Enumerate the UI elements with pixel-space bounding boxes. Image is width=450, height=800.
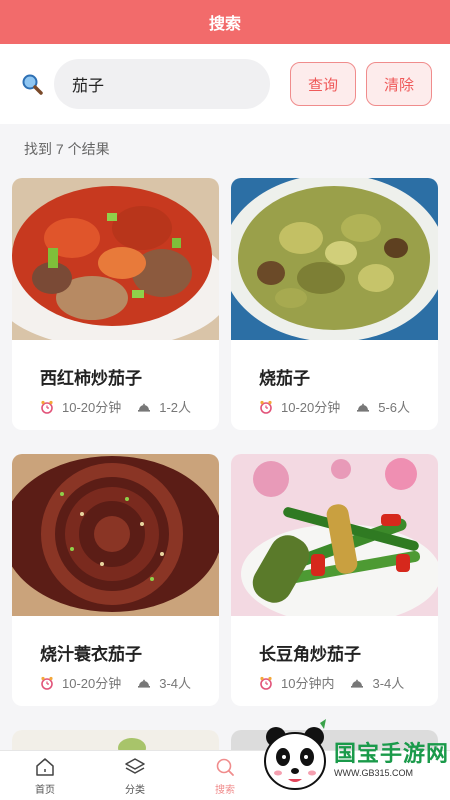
- tab-label: 分类: [125, 784, 145, 796]
- result-count: 找到 7 个结果: [24, 141, 110, 157]
- tab-label: 首页: [35, 784, 55, 796]
- recipe-meta: 10-20分钟 1-2人: [40, 397, 219, 416]
- app-header: 搜索: [0, 0, 450, 44]
- search-icon: [20, 72, 44, 96]
- results-grid: 西红柿炒茄子 10-20分钟 1-2人 烧茄子 10-20分钟 5-6人 烧汁蓑…: [12, 178, 438, 760]
- watermark-text: 国宝手游网: [334, 741, 450, 766]
- recipe-title: 西红柿炒茄子: [40, 369, 142, 388]
- recipe-time: 10分钟内: [281, 676, 335, 691]
- query-button[interactable]: 查询: [290, 62, 356, 106]
- clear-button[interactable]: 清除: [366, 62, 432, 106]
- dish-icon: [356, 400, 370, 414]
- dish-icon: [137, 400, 151, 414]
- recipe-servings: 3-4人: [159, 676, 192, 691]
- search-icon: [216, 758, 234, 776]
- recipe-meta: 10-20分钟 3-4人: [40, 673, 219, 692]
- watermark: 国宝手游网 WWW.GB315.COM: [260, 714, 450, 800]
- recipe-meta: 10-20分钟 5-6人: [259, 397, 438, 416]
- home-icon: [36, 757, 54, 776]
- recipe-time: 10-20分钟: [62, 400, 122, 415]
- search-bar: 查询 清除: [0, 44, 450, 124]
- recipe-title: 烧茄子: [259, 369, 310, 388]
- recipe-servings: 1-2人: [159, 400, 192, 415]
- alarm-clock-icon: [40, 400, 54, 414]
- recipe-card[interactable]: 长豆角炒茄子 10分钟内 3-4人: [231, 454, 438, 706]
- recipe-card[interactable]: 烧汁蓑衣茄子 10-20分钟 3-4人: [12, 454, 219, 706]
- alarm-clock-icon: [40, 676, 54, 690]
- recipe-meta: 10分钟内 3-4人: [259, 673, 438, 692]
- recipe-title: 长豆角炒茄子: [259, 645, 361, 664]
- dish-icon: [137, 676, 151, 690]
- alarm-clock-icon: [259, 400, 273, 414]
- tab-search[interactable]: 搜索: [180, 751, 270, 800]
- panda-logo: [264, 719, 326, 790]
- dish-icon: [350, 676, 364, 690]
- alarm-clock-icon: [259, 676, 273, 690]
- recipe-servings: 5-6人: [378, 400, 411, 415]
- search-input-wrapper[interactable]: [54, 59, 270, 109]
- recipe-image: [231, 178, 438, 340]
- recipe-time: 10-20分钟: [281, 400, 341, 415]
- recipe-time: 10-20分钟: [62, 676, 122, 691]
- recipe-image: [231, 454, 438, 616]
- recipe-servings: 3-4人: [372, 676, 405, 691]
- recipe-image: [12, 178, 219, 340]
- watermark-url: WWW.GB315.COM: [334, 768, 414, 778]
- tab-home[interactable]: 首页: [0, 751, 90, 800]
- recipe-card[interactable]: 西红柿炒茄子 10-20分钟 1-2人: [12, 178, 219, 430]
- layers-icon: [125, 757, 145, 774]
- recipe-image: [12, 454, 219, 616]
- tab-category[interactable]: 分类: [90, 751, 180, 800]
- page-title: 搜索: [208, 16, 241, 33]
- recipe-title: 烧汁蓑衣茄子: [40, 645, 142, 664]
- search-input[interactable]: [72, 75, 252, 93]
- recipe-card[interactable]: 烧茄子 10-20分钟 5-6人: [231, 178, 438, 430]
- tab-label: 搜索: [215, 784, 235, 796]
